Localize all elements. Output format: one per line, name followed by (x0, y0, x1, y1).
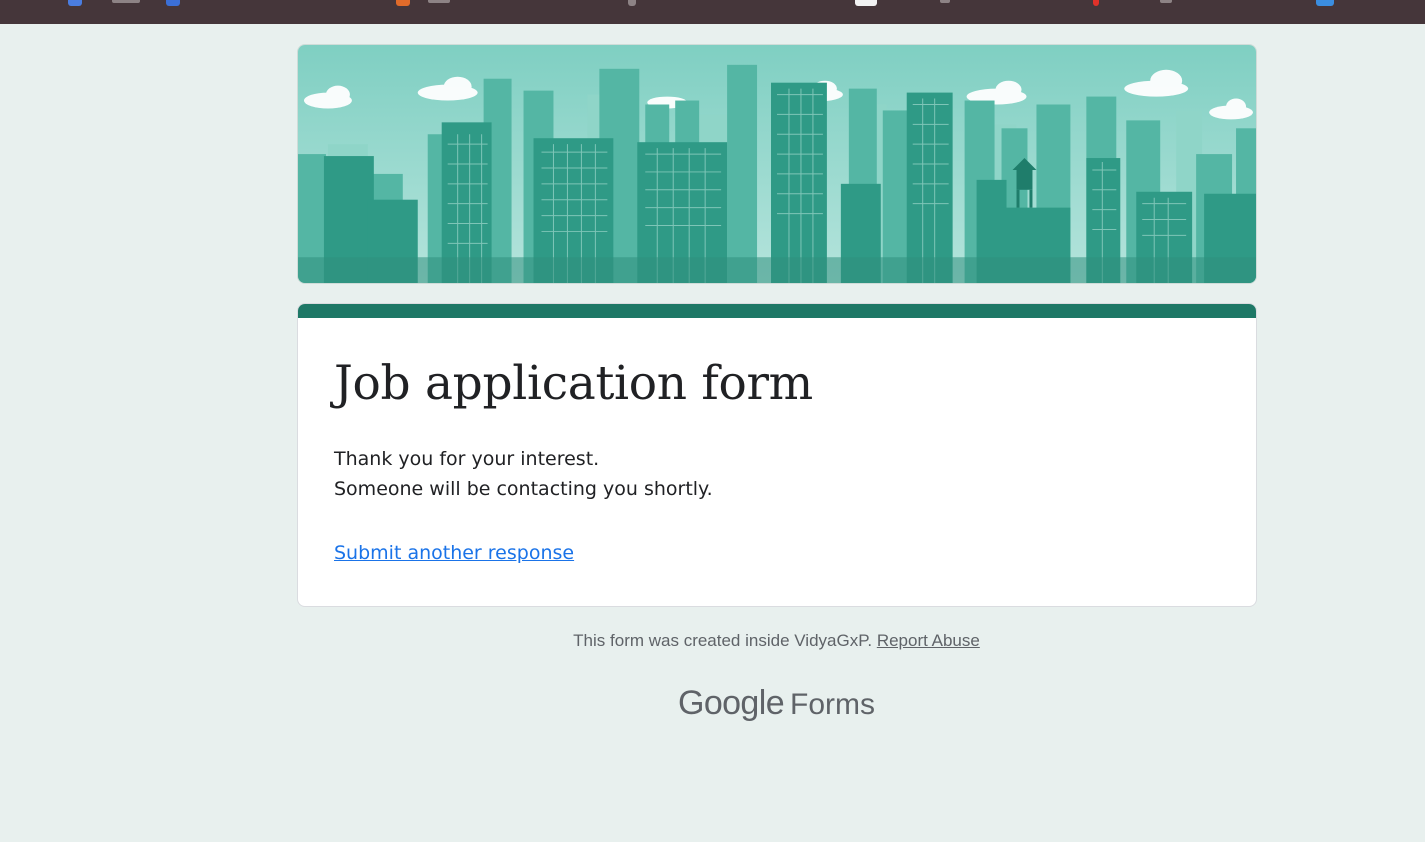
confirmation-line: Someone will be contacting you shortly. (334, 478, 713, 500)
bookmark-icon[interactable] (628, 0, 636, 6)
bookmark-icon[interactable] (1093, 0, 1099, 6)
footer-note-text: This form was created inside VidyaGxP. (573, 631, 873, 650)
bookmark-label[interactable] (940, 0, 950, 3)
bookmark-icon[interactable] (855, 0, 877, 6)
forms-wordmark: Forms (790, 688, 876, 721)
bookmark-icon[interactable] (68, 0, 82, 6)
bookmark-label[interactable] (428, 0, 450, 3)
submit-another-response-link[interactable]: Submit another response (334, 542, 574, 564)
footer-note: This form was created inside VidyaGxP. R… (0, 631, 1425, 651)
form-title: Job application form (334, 356, 813, 411)
google-forms-logo[interactable]: Google Forms (0, 684, 1425, 723)
city-skyline-illustration (298, 45, 1256, 283)
confirmation-message: Thank you for your interest. Someone wil… (334, 444, 713, 504)
bookmark-icon[interactable] (166, 0, 180, 6)
bookmarks-bar (0, 0, 1425, 24)
bookmark-label[interactable] (1160, 0, 1172, 3)
card-accent-bar (298, 304, 1256, 318)
confirmation-line: Thank you for your interest. (334, 448, 600, 470)
bookmark-icon[interactable] (1316, 0, 1334, 6)
bookmark-label[interactable] (112, 0, 140, 3)
report-abuse-link[interactable]: Report Abuse (877, 631, 980, 650)
header-banner (297, 44, 1257, 284)
confirmation-card: Job application form Thank you for your … (297, 303, 1257, 607)
bookmark-icon[interactable] (396, 0, 410, 6)
google-wordmark: Google (677, 684, 785, 722)
